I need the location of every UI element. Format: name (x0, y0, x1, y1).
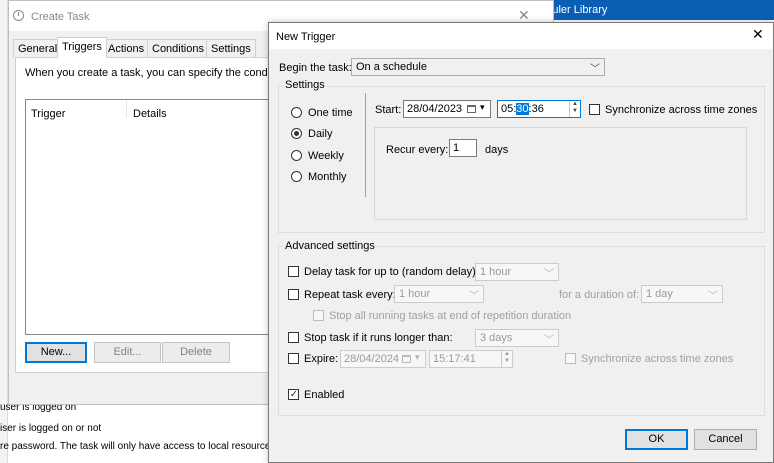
start-time-hours: 05: (501, 103, 517, 115)
radio-one-time-label: One time (308, 107, 353, 119)
time-spinner[interactable]: ▲ ▼ (569, 101, 580, 117)
delay-task-label: Delay task for up to (random delay): (304, 266, 479, 278)
expire-sync-label: Synchronize across time zones (581, 353, 734, 365)
start-label: Start: (375, 104, 402, 116)
time-spinner[interactable]: ▲ ▼ (501, 351, 512, 367)
chevron-down-icon: ▾ (415, 352, 420, 362)
delay-dropdown[interactable]: 1 hour ﹀ (475, 263, 559, 281)
expire-time-value: 15:17:41 (433, 353, 476, 365)
enabled-label: Enabled (304, 389, 345, 401)
expire-date-picker[interactable]: 28/04/2024 ▾ (340, 350, 426, 368)
stop-longer-label: Stop task if it runs longer than: (304, 332, 453, 344)
enabled-checkbox[interactable] (288, 389, 299, 400)
recur-every-input[interactable]: 1 (449, 139, 477, 157)
duration-dropdown[interactable]: 1 day ﹀ (641, 285, 723, 303)
create-task-title: Create Task (31, 11, 90, 23)
tab-general[interactable]: General (13, 39, 63, 57)
ok-button[interactable]: OK (625, 429, 688, 450)
close-icon[interactable]: ✕ (752, 26, 764, 43)
new-trigger-titlebar (269, 23, 773, 49)
radio-one-time[interactable] (291, 107, 302, 118)
background-text-line: re password. The task will only have acc… (0, 441, 271, 452)
cancel-button[interactable]: Cancel (694, 429, 757, 450)
delay-value: 1 hour (480, 266, 512, 278)
triggers-description: When you create a task, you can specify … (25, 67, 294, 79)
edit-trigger-button[interactable]: Edit... (94, 342, 161, 363)
column-header-details[interactable]: Details (133, 108, 167, 120)
background-text-line: iser is logged on or not (0, 423, 102, 434)
radio-monthly[interactable] (291, 171, 302, 182)
radio-daily-label: Daily (308, 128, 333, 140)
triggers-list[interactable] (25, 99, 281, 335)
calendar-icon (467, 105, 476, 113)
expire-sync-checkbox[interactable] (565, 353, 576, 364)
repeat-task-label: Repeat task every: (304, 289, 396, 301)
stop-longer-checkbox[interactable] (288, 332, 299, 343)
chevron-down-icon: ﹀ (590, 64, 600, 75)
begin-task-value: On a schedule (356, 61, 427, 73)
new-trigger-dialog: New Trigger ✕ Begin the task: On a sched… (268, 22, 774, 463)
tab-actions[interactable]: Actions (103, 39, 150, 57)
expire-label: Expire: (304, 353, 339, 365)
repeat-value: 1 hour (399, 288, 431, 300)
chevron-down-icon: ﹀ (469, 291, 479, 302)
advanced-settings-label: Advanced settings (283, 240, 377, 252)
start-date-value: 28/04/2023 (407, 103, 463, 115)
expire-date-value: 28/04/2024 (344, 353, 400, 365)
chevron-down-icon: ﹀ (544, 269, 554, 280)
radio-weekly-label: Weekly (308, 150, 344, 162)
stop-longer-value: 3 days (480, 332, 513, 344)
radio-monthly-label: Monthly (308, 171, 347, 183)
sync-timezones-label: Synchronize across time zones (605, 104, 758, 116)
calendar-icon (402, 355, 411, 363)
begin-task-label: Begin the task: (279, 62, 352, 74)
chevron-down-icon: ﹀ (544, 335, 554, 346)
repeat-dropdown[interactable]: 1 hour ﹀ (394, 285, 484, 303)
delete-trigger-button[interactable]: Delete (162, 342, 230, 363)
duration-label: for a duration of: (559, 289, 640, 301)
start-time-seconds: :36 (528, 103, 544, 115)
new-trigger-title: New Trigger (276, 31, 336, 43)
tab-conditions[interactable]: Conditions (147, 39, 209, 57)
new-trigger-button[interactable]: New... (25, 342, 87, 363)
tab-triggers[interactable]: Triggers (57, 37, 107, 58)
radio-weekly[interactable] (291, 150, 302, 161)
column-header-trigger[interactable]: Trigger (31, 108, 65, 120)
recur-unit-label: days (485, 144, 509, 156)
expire-checkbox[interactable] (288, 353, 299, 364)
chevron-down-icon: ▾ (480, 102, 485, 112)
settings-divider (365, 93, 366, 197)
duration-value: 1 day (646, 288, 673, 300)
settings-group-label: Settings (283, 79, 327, 91)
delay-task-checkbox[interactable] (288, 266, 299, 277)
radio-daily[interactable] (291, 128, 302, 139)
recurrence-panel (374, 127, 747, 220)
begin-task-dropdown[interactable]: On a schedule ﹀ (351, 58, 605, 76)
start-time-input[interactable]: 05:30:36 ▲ ▼ (497, 100, 581, 118)
stop-longer-dropdown[interactable]: 3 days ﹀ (475, 329, 559, 347)
expire-time-input[interactable]: 15:17:41 ▲ ▼ (429, 350, 513, 368)
recur-every-label: Recur every: (386, 144, 449, 156)
background-left-strip (0, 0, 8, 463)
tab-settings[interactable]: Settings (206, 39, 256, 57)
clock-icon (13, 10, 24, 21)
chevron-down-icon: ﹀ (708, 291, 718, 302)
stop-running-tasks-checkbox[interactable] (313, 310, 324, 321)
stop-running-tasks-label: Stop all running tasks at end of repetit… (329, 310, 572, 322)
sync-timezones-checkbox[interactable] (589, 104, 600, 115)
start-date-picker[interactable]: 28/04/2023 ▾ (403, 100, 491, 118)
start-time-minutes: 30 (516, 103, 529, 115)
column-divider[interactable] (126, 100, 127, 118)
repeat-task-checkbox[interactable] (288, 289, 299, 300)
